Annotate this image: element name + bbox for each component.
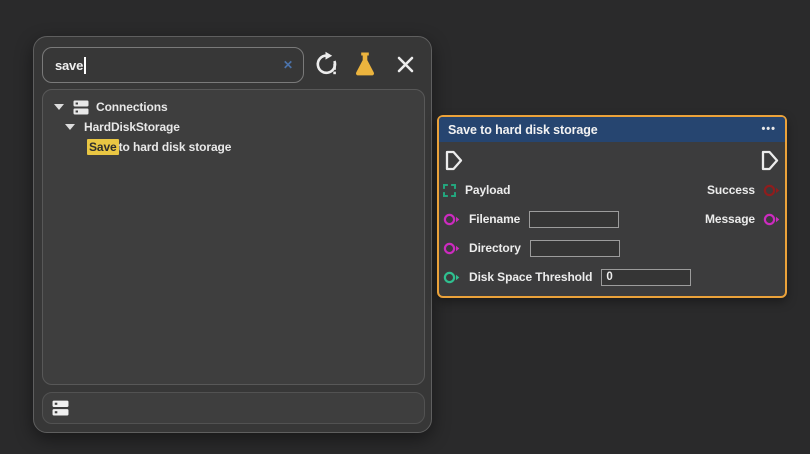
disk-space-threshold-field[interactable]: [601, 269, 691, 286]
caret-down-icon[interactable]: [54, 104, 64, 110]
tree-root-connections[interactable]: Connections: [43, 97, 424, 117]
exec-in-pin[interactable]: [444, 149, 464, 177]
string-port-icon[interactable]: [763, 212, 780, 227]
filter-flask-button[interactable]: [350, 49, 380, 79]
input-row-disk-space-threshold: Disk Space Threshold: [443, 267, 691, 287]
number-port-icon[interactable]: [443, 270, 460, 285]
port-label: Success: [707, 183, 755, 197]
port-label: Message: [705, 212, 755, 226]
search-match-highlight: Save: [87, 139, 119, 155]
server-stack-icon: [52, 400, 69, 416]
port-label: Disk Space Threshold: [469, 270, 592, 284]
input-row-directory: Directory: [443, 238, 620, 258]
input-row-filename: Filename: [443, 209, 619, 229]
node-body: Payload Filename Directory: [439, 142, 785, 296]
refresh-exclamation-icon: [313, 51, 339, 77]
close-icon: [396, 55, 415, 74]
text-cursor: [84, 57, 86, 74]
tree-group-label: HardDiskStorage: [84, 120, 180, 134]
port-label: Payload: [465, 183, 510, 197]
close-button[interactable]: [390, 49, 420, 79]
string-port-icon[interactable]: [443, 241, 460, 256]
tree-item-label: to hard disk storage: [119, 140, 232, 154]
exec-out-pin[interactable]: [760, 149, 780, 177]
node-palette-panel: save ✕: [33, 36, 432, 433]
port-label: Directory: [469, 241, 521, 255]
tree-item-save-to-hard-disk-storage[interactable]: Save to hard disk storage: [43, 137, 424, 157]
status-port-icon[interactable]: [763, 183, 780, 198]
search-input[interactable]: save ✕: [42, 47, 304, 83]
flask-icon: [353, 51, 377, 77]
input-row-payload: Payload: [443, 180, 510, 200]
server-stack-icon: [73, 100, 89, 115]
node-title: Save to hard disk storage: [448, 123, 598, 137]
string-port-icon[interactable]: [443, 212, 460, 227]
palette-header: save ✕: [34, 37, 431, 89]
port-label: Filename: [469, 212, 520, 226]
output-row-success: Success: [707, 180, 780, 200]
search-input-value: save: [55, 58, 83, 73]
search-clear-icon[interactable]: ✕: [283, 59, 293, 71]
node-menu-button[interactable]: •••: [761, 124, 776, 135]
tree-group-harddiskstorage[interactable]: HardDiskStorage: [43, 117, 424, 137]
filename-field[interactable]: [529, 211, 619, 228]
node-tree: Connections HardDiskStorage Save to hard…: [42, 89, 425, 385]
payload-any-port-icon[interactable]: [443, 184, 456, 197]
output-row-message: Message: [705, 209, 780, 229]
palette-footer-bar[interactable]: [42, 392, 425, 424]
node-save-to-hard-disk-storage[interactable]: Save to hard disk storage ••• Payload: [437, 115, 787, 298]
directory-field[interactable]: [530, 240, 620, 257]
refresh-button[interactable]: [311, 49, 341, 79]
tree-root-label: Connections: [96, 100, 168, 114]
caret-down-icon[interactable]: [65, 124, 75, 130]
node-title-bar[interactable]: Save to hard disk storage •••: [439, 117, 785, 142]
